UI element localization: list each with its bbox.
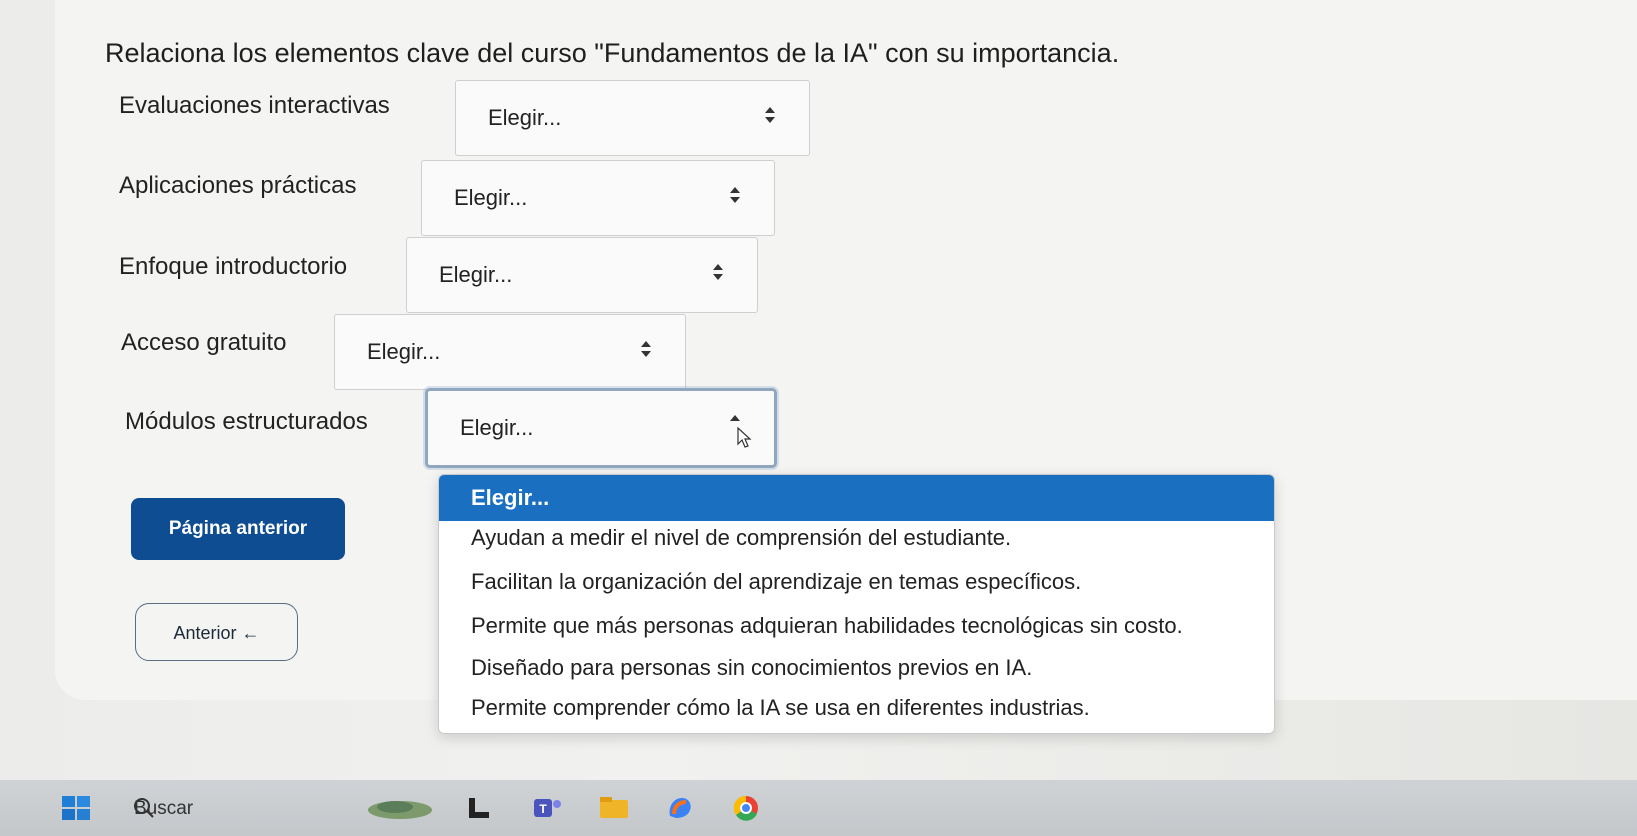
dropdown-option[interactable]: Permite comprender cómo la IA se usa en … [439,695,1274,721]
widgets-icon[interactable] [365,794,435,822]
select-modulos[interactable]: Elegir... [425,388,777,468]
dropdown-option[interactable]: Facilitan la organización del aprendizaj… [439,569,1274,595]
question-text: Relaciona los elementos clave del curso … [105,38,1120,68]
row-label-aplicaciones: Aplicaciones prácticas [119,172,357,199]
previous-button[interactable]: Anterior ← [135,603,298,661]
taskbar-search-label[interactable]: Buscar [134,798,193,820]
select-value: Elegir... [439,262,513,287]
select-acceso[interactable]: Elegir... [334,314,686,390]
dropdown-option-selected[interactable]: Elegir... [439,475,1274,521]
select-enfoque[interactable]: Elegir... [406,237,758,313]
select-arrows-icon [730,187,740,205]
taskbar: T [0,780,1637,836]
select-value: Elegir... [460,415,534,440]
row-label-modulos: Módulos estructurados [125,408,368,435]
row-label-acceso: Acceso gratuito [121,329,287,356]
chrome-icon[interactable] [730,794,762,822]
row-label-enfoque: Enfoque introductorio [119,253,348,280]
teams-icon[interactable]: T [531,794,563,822]
task-view-icon[interactable] [463,794,495,822]
select-arrows-icon [765,107,775,125]
select-arrows-icon [713,264,723,282]
select-value: Elegir... [488,105,562,130]
select-arrows-icon [641,341,651,359]
svg-text:T: T [539,802,547,816]
options-dropdown[interactable]: Elegir... Ayudan a medir el nivel de com… [438,474,1275,734]
select-value: Elegir... [454,185,528,210]
row-label-evaluaciones: Evaluaciones interactivas [119,92,390,119]
dropdown-option[interactable]: Diseñado para personas sin conocimientos… [439,655,1274,681]
dropdown-option[interactable]: Permite que más personas adquieran habil… [439,613,1274,639]
mouse-cursor-icon [737,427,752,448]
dropdown-option[interactable]: Ayudan a medir el nivel de comprensión d… [439,525,1274,551]
previous-page-button[interactable]: Página anterior [131,498,345,560]
select-aplicaciones[interactable]: Elegir... [421,160,775,236]
copilot-icon[interactable] [664,794,696,822]
windows-start-icon[interactable] [60,794,92,822]
file-explorer-icon[interactable] [598,794,630,822]
select-value: Elegir... [367,339,441,364]
select-evaluaciones[interactable]: Elegir... [455,80,810,156]
